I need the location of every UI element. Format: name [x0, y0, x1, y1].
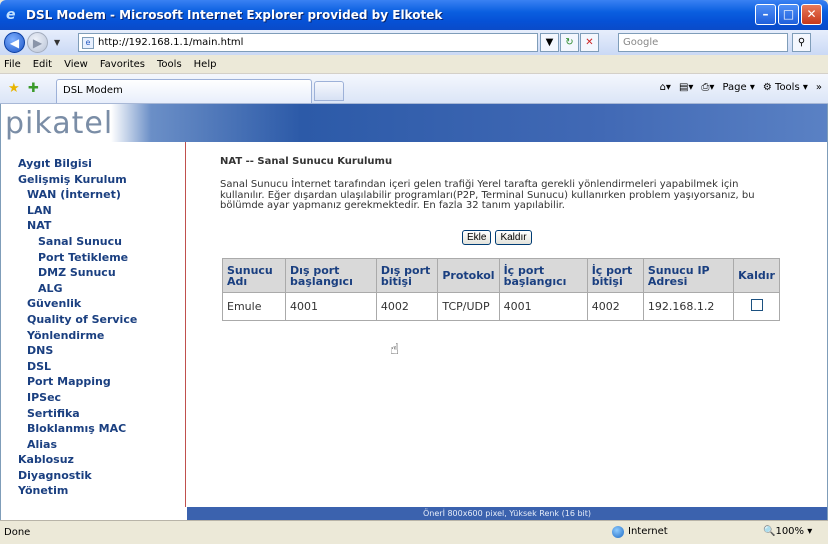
url-dropdown-icon[interactable]: ▼: [540, 33, 559, 52]
sidebar-item[interactable]: Sanal Sunucu: [1, 234, 185, 250]
page-title: NAT -- Sanal Sunucu Kurulumu: [220, 156, 393, 167]
column-header: İç port başlangıcı: [498, 258, 588, 293]
sidebar-item[interactable]: LAN: [1, 203, 185, 219]
title-bar: e DSL Modem - Microsoft Internet Explore…: [0, 0, 828, 30]
menu-edit[interactable]: Edit: [33, 59, 52, 70]
footer-bar: Önerİ 800x600 pixel, Yüksek Renk (16 bit…: [187, 507, 827, 520]
sidebar-item[interactable]: DSL: [1, 359, 185, 375]
column-header: Sunucu Adı: [221, 258, 287, 293]
back-button[interactable]: ◀: [4, 32, 25, 53]
column-header: İç port bitişi: [586, 258, 644, 293]
history-dropdown-icon[interactable]: ▼: [54, 38, 60, 47]
tab-bar: ★ ✚ DSL Modem ⌂▾ ▤▾ ⎙▾ Page ▾ ⚙ Tools ▾ …: [0, 74, 828, 104]
remove-button[interactable]: Kaldır: [495, 230, 532, 245]
menu-tools[interactable]: Tools: [157, 59, 182, 70]
add-favorites-icon[interactable]: ✚: [28, 81, 39, 96]
url-text: http://192.168.1.1/main.html: [98, 37, 244, 48]
minimize-button[interactable]: –: [755, 4, 776, 25]
main-panel: NAT -- Sanal Sunucu Kurulumu Sanal Sunuc…: [220, 156, 780, 321]
table-cell: TCP/UDP: [437, 292, 500, 321]
table-cell: Emule: [221, 292, 287, 321]
address-bar: ◀ ▶ ▼ e http://192.168.1.1/main.html ▼ ↻…: [0, 30, 828, 55]
ie-logo-icon: e: [6, 7, 16, 23]
sidebar-item[interactable]: Port Mapping: [1, 374, 185, 390]
table-cell: 4002: [586, 292, 644, 321]
sidebar-item[interactable]: Alias: [1, 437, 185, 453]
pikatel-logo: pikatel: [5, 106, 114, 141]
menu-view[interactable]: View: [64, 59, 88, 70]
sidebar-item[interactable]: Gelişmiş Kurulum: [1, 172, 185, 188]
sidebar-item[interactable]: DNS: [1, 343, 185, 359]
remove-checkbox[interactable]: [750, 299, 763, 311]
sidebar-item[interactable]: Yönetim: [1, 483, 185, 499]
sidebar-item[interactable]: Yönlendirme: [1, 328, 185, 344]
url-input[interactable]: e http://192.168.1.1/main.html: [78, 33, 538, 52]
search-input[interactable]: Google: [618, 33, 788, 52]
tools-menu-button[interactable]: ⚙ Tools ▾: [763, 82, 808, 93]
tab-dsl-modem[interactable]: DSL Modem: [56, 79, 312, 103]
table-cell: 4002: [375, 292, 439, 321]
status-bar: Done Internet 🔍100% ▾: [0, 520, 828, 544]
sidebar-item[interactable]: Diyagnostik: [1, 468, 185, 484]
refresh-icon[interactable]: ↻: [560, 33, 579, 52]
sidebar-item[interactable]: NAT: [1, 218, 185, 234]
window-title: DSL Modem - Microsoft Internet Explorer …: [26, 8, 443, 22]
feeds-icon[interactable]: ▤▾: [679, 82, 693, 93]
zone-label: Internet: [628, 526, 668, 537]
stop-icon[interactable]: ✕: [580, 33, 599, 52]
sidebar-item[interactable]: Aygıt Bilgisi: [1, 156, 185, 172]
column-header: Dış port bitişi: [375, 258, 439, 293]
sidebar-item[interactable]: Port Tetikleme: [1, 250, 185, 266]
hand-cursor-icon: ☝: [390, 340, 400, 358]
table-cell: 4001: [285, 292, 377, 321]
print-icon[interactable]: ⎙▾: [701, 82, 714, 93]
sidebar-item[interactable]: DMZ Sunucu: [1, 265, 185, 281]
column-header: Protokol: [437, 258, 500, 293]
virtual-server-table: Sunucu Adı Dış port başlangıcı Dış port bi…: [221, 258, 780, 321]
page-menu-button[interactable]: Page ▾: [722, 82, 754, 93]
menu-help[interactable]: Help: [194, 59, 217, 70]
column-header: Kaldır: [733, 258, 780, 293]
status-text: Done: [4, 527, 31, 538]
menu-bar: File Edit View Favorites Tools Help: [0, 55, 828, 74]
new-tab-button[interactable]: [314, 81, 344, 101]
menu-file[interactable]: File: [4, 59, 21, 70]
header-banner: pikatel: [1, 104, 827, 142]
sidebar-item[interactable]: Quality of Service: [1, 312, 185, 328]
page-icon: e: [82, 36, 94, 49]
table-cell: [733, 292, 780, 321]
add-button[interactable]: Ekle: [462, 230, 492, 245]
table-cell: 192.168.1.2: [642, 292, 735, 321]
internet-zone-icon: [612, 526, 624, 538]
sidebar-item[interactable]: ALG: [1, 281, 185, 297]
close-button[interactable]: ✕: [801, 4, 822, 25]
sidebar-menu: Aygıt Bilgisi Gelişmiş Kurulum WAN (İntern…: [1, 142, 186, 507]
table-cell: 4001: [498, 292, 588, 321]
page-content: pikatel Aygıt Bilgisi Gelişmiş Kurulum WAN…: [0, 104, 828, 520]
sidebar-item[interactable]: Güvenlik: [1, 296, 185, 312]
home-icon[interactable]: ⌂▾: [660, 82, 671, 93]
sidebar-item[interactable]: Kablosuz: [1, 452, 185, 468]
column-header: Dış port başlangıcı: [285, 258, 377, 293]
favorites-star-icon[interactable]: ★: [8, 81, 20, 96]
sidebar-item[interactable]: WAN (İnternet): [1, 187, 185, 203]
command-bar: ⌂▾ ▤▾ ⎙▾ Page ▾ ⚙ Tools ▾ »: [660, 82, 822, 93]
maximize-button[interactable]: □: [778, 4, 799, 25]
sidebar-item[interactable]: IPSec: [1, 390, 185, 406]
page-description: Sanal Sunucu İnternet tarafından içeri g…: [220, 179, 755, 211]
zoom-level[interactable]: 🔍100% ▾: [763, 526, 812, 537]
menu-favorites[interactable]: Favorites: [100, 59, 145, 70]
sidebar-item[interactable]: Bloklanmış MAC: [1, 421, 185, 437]
tab-label: DSL Modem: [63, 85, 123, 96]
sidebar-item[interactable]: Sertifika: [1, 406, 185, 422]
search-icon[interactable]: ⚲: [792, 33, 811, 52]
chevron-more-icon[interactable]: »: [816, 82, 822, 93]
table-row: Emule 4001 4002 TCP/UDP 4001 4002 192.168.1.2: [221, 292, 780, 321]
column-header: Sunucu IP Adresi: [642, 258, 735, 293]
forward-button[interactable]: ▶: [27, 32, 48, 53]
